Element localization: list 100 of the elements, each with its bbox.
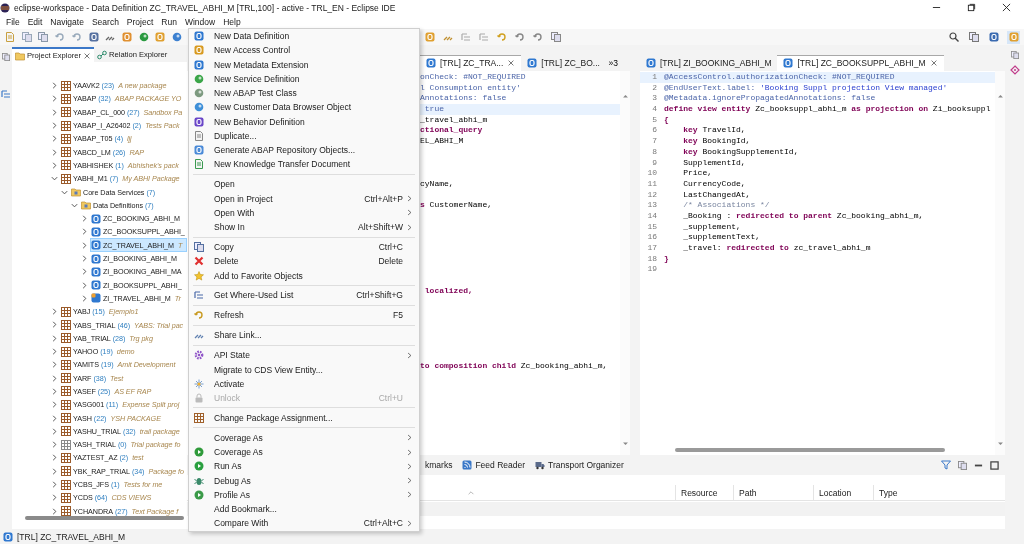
menu-item[interactable]: Coverage As	[189, 445, 419, 460]
search-icon[interactable]	[947, 30, 960, 44]
scrollbar[interactable]	[675, 448, 945, 452]
chevron-icon[interactable]	[50, 160, 59, 170]
chevron-icon[interactable]	[50, 400, 59, 410]
chevron-icon[interactable]	[50, 107, 59, 117]
scrollbar[interactable]	[620, 71, 630, 455]
menu-item[interactable]: Activate	[189, 376, 419, 391]
menu-item[interactable]: Open in Project Ctrl+Alt+P	[189, 191, 419, 206]
menu-item[interactable]: New Customer Data Browser Object	[189, 100, 419, 115]
scrollbar[interactable]	[995, 71, 1005, 455]
menu-item[interactable]: Share Link...	[189, 328, 419, 343]
menu-item[interactable]: API State	[189, 348, 419, 363]
menu-item[interactable]: Migrate to CDS View Entity...	[189, 362, 419, 377]
menu-item[interactable]: Profile As	[189, 487, 419, 502]
menu-item[interactable]: Show In Alt+Shift+W	[189, 219, 419, 235]
menu-item[interactable]: Generate ABAP Repository Objects...	[189, 143, 419, 158]
chevron-icon[interactable]	[50, 147, 59, 157]
view-tab[interactable]: Transport Organizer	[530, 457, 629, 473]
menu-item[interactable]: File	[2, 17, 24, 27]
chevron-icon[interactable]	[50, 480, 59, 490]
editor-tab[interactable]: [TRL] ZC_BO...	[521, 55, 606, 71]
overflow-button[interactable]: »3	[606, 55, 620, 71]
editor-tab[interactable]: [TRL] ZI_BOOKING_ABHI_M	[640, 55, 778, 71]
maximize-icon[interactable]	[990, 460, 999, 470]
bookmark-icon[interactable]	[1009, 65, 1020, 75]
chevron-icon[interactable]	[80, 227, 89, 237]
menu-item[interactable]: Project	[122, 17, 158, 27]
chevron-icon[interactable]	[50, 333, 59, 343]
scrollbar[interactable]	[25, 516, 184, 520]
scroll-up-icon[interactable]	[621, 93, 629, 100]
menu-item[interactable]: Get Where-Used List Ctrl+Shift+G	[189, 288, 419, 303]
menu-item[interactable]: Search	[87, 17, 123, 27]
chevron-icon[interactable]	[50, 466, 59, 476]
editor-tab[interactable]: [TRL] ZC_TRA...	[420, 55, 522, 71]
menu-item[interactable]: Refresh F5	[189, 308, 419, 323]
chevron-icon[interactable]	[50, 506, 59, 516]
chevron-icon[interactable]	[80, 214, 89, 224]
menu-item[interactable]: Add Bookmark...	[189, 502, 419, 517]
menu-item[interactable]: Help	[219, 17, 245, 27]
menu-item[interactable]: New Service Definition	[189, 71, 419, 86]
chevron-icon[interactable]	[50, 373, 59, 383]
close-icon[interactable]	[83, 51, 92, 60]
chevron-icon[interactable]	[80, 254, 89, 263]
menu-item[interactable]: New Behavior Definition	[189, 114, 419, 129]
close-icon[interactable]	[929, 59, 938, 67]
editor-tab[interactable]: [TRL] ZC_BOOKSUPPL_ABHI_M	[777, 55, 944, 71]
chevron-icon[interactable]	[50, 440, 59, 450]
menu-item[interactable]: Open With	[189, 205, 419, 220]
new-file-icon[interactable]	[4, 30, 16, 44]
chevron-icon[interactable]	[50, 307, 59, 317]
view-tab[interactable]: kmarks	[420, 457, 458, 473]
column-header[interactable]: Location	[813, 485, 873, 500]
sort-icon[interactable]	[467, 489, 475, 496]
menu-item[interactable]: Open	[189, 177, 419, 192]
column-header[interactable]: Resource	[675, 485, 733, 500]
filter-icon[interactable]	[941, 460, 951, 470]
menu-item[interactable]: Add to Favorite Objects	[189, 268, 419, 283]
menu-item[interactable]: Navigate	[46, 17, 88, 27]
menu-item[interactable]: Run	[157, 17, 181, 27]
chevron-icon[interactable]	[50, 493, 59, 503]
menu-item[interactable]: New Knowledge Transfer Document	[189, 157, 419, 172]
dot-icon[interactable]	[137, 30, 150, 44]
chevron-icon[interactable]	[80, 240, 89, 250]
column-header[interactable]: Path	[733, 485, 813, 500]
restore-icon[interactable]	[1010, 51, 1019, 59]
menu-item[interactable]: Change Package Assignment...	[189, 410, 419, 426]
menu-item[interactable]: Duplicate...	[189, 128, 419, 143]
chevron-icon[interactable]	[50, 121, 59, 131]
menu-item[interactable]: New Metadata Extension	[189, 57, 419, 72]
back-icon[interactable]	[495, 30, 508, 44]
menu-item[interactable]: Coverage As	[189, 430, 419, 445]
column-header[interactable]: Type	[873, 485, 963, 500]
chevron-icon[interactable]	[50, 347, 59, 357]
menu-item[interactable]: Window	[180, 17, 220, 27]
chevron-icon[interactable]	[80, 280, 89, 290]
chevron-icon[interactable]	[50, 81, 59, 91]
undo-icon[interactable]	[54, 30, 66, 44]
menu-item[interactable]: Copy Ctrl+C	[189, 239, 419, 255]
chevron-icon[interactable]	[50, 320, 59, 330]
menu-item[interactable]: Compare With Ctrl+Alt+C	[189, 516, 419, 531]
scroll-up-icon[interactable]	[996, 93, 1004, 100]
close-icon[interactable]	[507, 59, 516, 67]
menu-item[interactable]: New ABAP Test Class	[189, 86, 419, 101]
chevron-icon[interactable]	[50, 453, 59, 463]
scroll-down-icon[interactable]	[996, 440, 1004, 447]
chevron-icon[interactable]	[50, 134, 59, 144]
scroll-down-icon[interactable]	[621, 440, 629, 447]
back-icon[interactable]	[513, 30, 526, 44]
menu-item[interactable]: Edit	[23, 17, 47, 27]
chevron-icon[interactable]	[50, 426, 59, 436]
chevron-icon[interactable]	[50, 360, 59, 370]
chevron-icon[interactable]	[50, 413, 59, 423]
hierarchy-icon[interactable]	[1, 89, 11, 99]
chevron-icon[interactable]	[50, 94, 59, 104]
menu-item[interactable]: Delete Delete	[189, 254, 419, 269]
chevron-icon[interactable]	[50, 386, 59, 396]
chevron-icon[interactable]	[80, 267, 89, 277]
menu-item[interactable]: Run As	[189, 459, 419, 474]
chevron-icon[interactable]	[80, 293, 89, 303]
